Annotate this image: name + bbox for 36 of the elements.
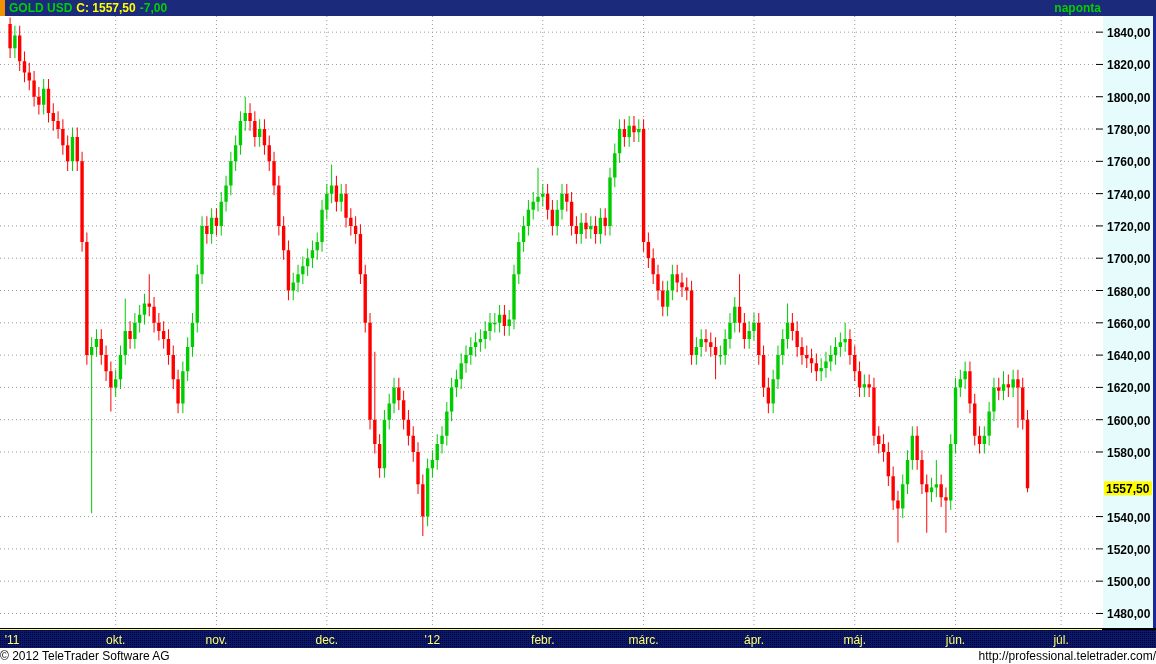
price-axis-label: 1800,00 <box>1107 90 1151 105</box>
time-axis-label: '12 <box>424 633 441 647</box>
price-axis-label: 1500,00 <box>1107 575 1151 590</box>
price-axis-label: 1760,00 <box>1107 155 1151 170</box>
price-axis-label: 1640,00 <box>1107 349 1151 364</box>
time-axis-label: ápr. <box>743 633 764 647</box>
price-axis-label: 1480,00 <box>1107 607 1151 622</box>
price-axis-label: 1820,00 <box>1107 58 1151 73</box>
price-axis-label: 1700,00 <box>1107 252 1151 267</box>
price-axis-label: 1660,00 <box>1107 316 1151 331</box>
time-axis-label: okt. <box>106 633 126 647</box>
price-change: -7,00 <box>139 0 168 16</box>
price-axis-label: 1680,00 <box>1107 284 1151 299</box>
time-axis-label: jún. <box>945 633 966 647</box>
price-axis-label: 1600,00 <box>1107 413 1151 428</box>
period-label: naponta <box>1054 0 1101 16</box>
time-axis-label: júl. <box>1053 633 1069 647</box>
time-axis-label: dec. <box>315 633 339 647</box>
price-axis-label: 1720,00 <box>1107 219 1151 234</box>
price-axis-label: 1580,00 <box>1107 446 1151 460</box>
copyright-text: © 2012 TeleTrader Software AG <box>0 648 170 664</box>
price-axis-label: 1840,00 <box>1107 26 1151 41</box>
time-axis-label: febr. <box>531 633 555 647</box>
website-url: http://professional.teletrader.com/ <box>978 648 1156 664</box>
price-axis-label: 1520,00 <box>1107 542 1151 557</box>
closing-price: C: 1557,50 <box>76 0 136 16</box>
price-axis-label: 1780,00 <box>1107 123 1151 138</box>
instrument-symbol: GOLD USD <box>9 0 73 16</box>
price-axis-label: 1620,00 <box>1107 381 1151 396</box>
time-axis-label: nov. <box>205 633 228 647</box>
time-axis-label: márc. <box>628 633 659 647</box>
last-price-label: 1557,50 <box>1104 481 1152 497</box>
time-axis-label: '11 <box>4 633 20 647</box>
time-axis-label: máj. <box>843 633 867 647</box>
price-axis-label: 1540,00 <box>1107 510 1151 525</box>
price-axis-label: 1740,00 <box>1107 187 1151 202</box>
